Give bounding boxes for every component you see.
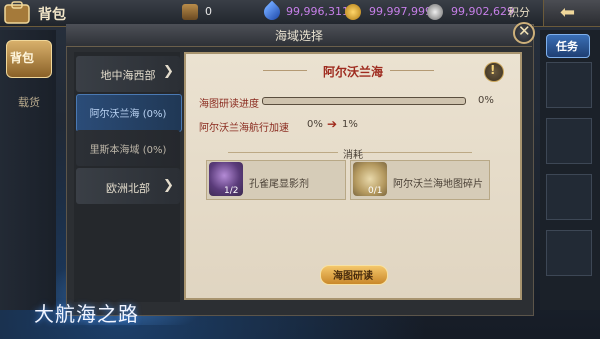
sea-name-title: 阿尔沃兰海 (322, 65, 383, 79)
speed-bonus-current: 0% (307, 119, 323, 130)
bag-icon (4, 1, 30, 24)
gem-count: 99,996,311 (286, 5, 349, 18)
silver-count: 99,902,629 (451, 5, 514, 18)
exclamation-icon: ! (490, 63, 496, 77)
arrow-right-icon: ➔ (327, 117, 338, 131)
points-button[interactable]: 积分 (508, 4, 530, 20)
inventory-slot[interactable] (546, 118, 592, 164)
progress-bar (262, 97, 466, 105)
speed-bonus-next: 1% (342, 119, 358, 130)
sea-item-label: 阿尔沃兰海 (0%) (89, 109, 167, 120)
progress-value: 0% (478, 95, 494, 106)
cost-item-name: 阿尔沃兰海地图碎片 (393, 179, 483, 190)
inventory-slot[interactable] (546, 62, 592, 108)
treasure-box-icon (182, 4, 198, 20)
tab-task-label: 任务 (556, 40, 578, 53)
cost-item-qty: 1/2 (224, 186, 239, 196)
progress-label: 海图研读进度 (199, 99, 259, 110)
tab-cargo[interactable]: 载货 (18, 94, 40, 110)
box-count: 0 (205, 5, 212, 18)
tab-bag-label: 背包 (10, 51, 35, 65)
back-arrow-icon: ⬅ (560, 2, 576, 23)
silver-coin-icon (427, 4, 443, 20)
coin-count: 99,997,999 (369, 5, 432, 18)
game-logo: 大航海之路 (34, 302, 139, 326)
dialog-title: 海域选择 (274, 29, 323, 43)
close-icon: ✕ (518, 22, 531, 40)
inventory-slot[interactable] (546, 174, 592, 220)
sea-item-label: 里斯本海域 (0%) (89, 145, 167, 156)
speed-bonus-label: 阿尔沃兰海航行加速 (199, 123, 289, 134)
study-chart-button-label: 海图研读 (333, 271, 373, 282)
chevron-right-icon: ❯ (163, 64, 174, 79)
chevron-right-icon: ❯ (163, 178, 174, 193)
page-title: 背包 (38, 7, 66, 23)
cost-item-name: 孔雀尾显影剂 (249, 179, 309, 190)
cost-title: 消耗 (343, 150, 363, 161)
cost-item-qty: 0/1 (368, 186, 383, 196)
gold-coin-icon (345, 4, 361, 20)
inventory-slot[interactable] (546, 230, 592, 276)
